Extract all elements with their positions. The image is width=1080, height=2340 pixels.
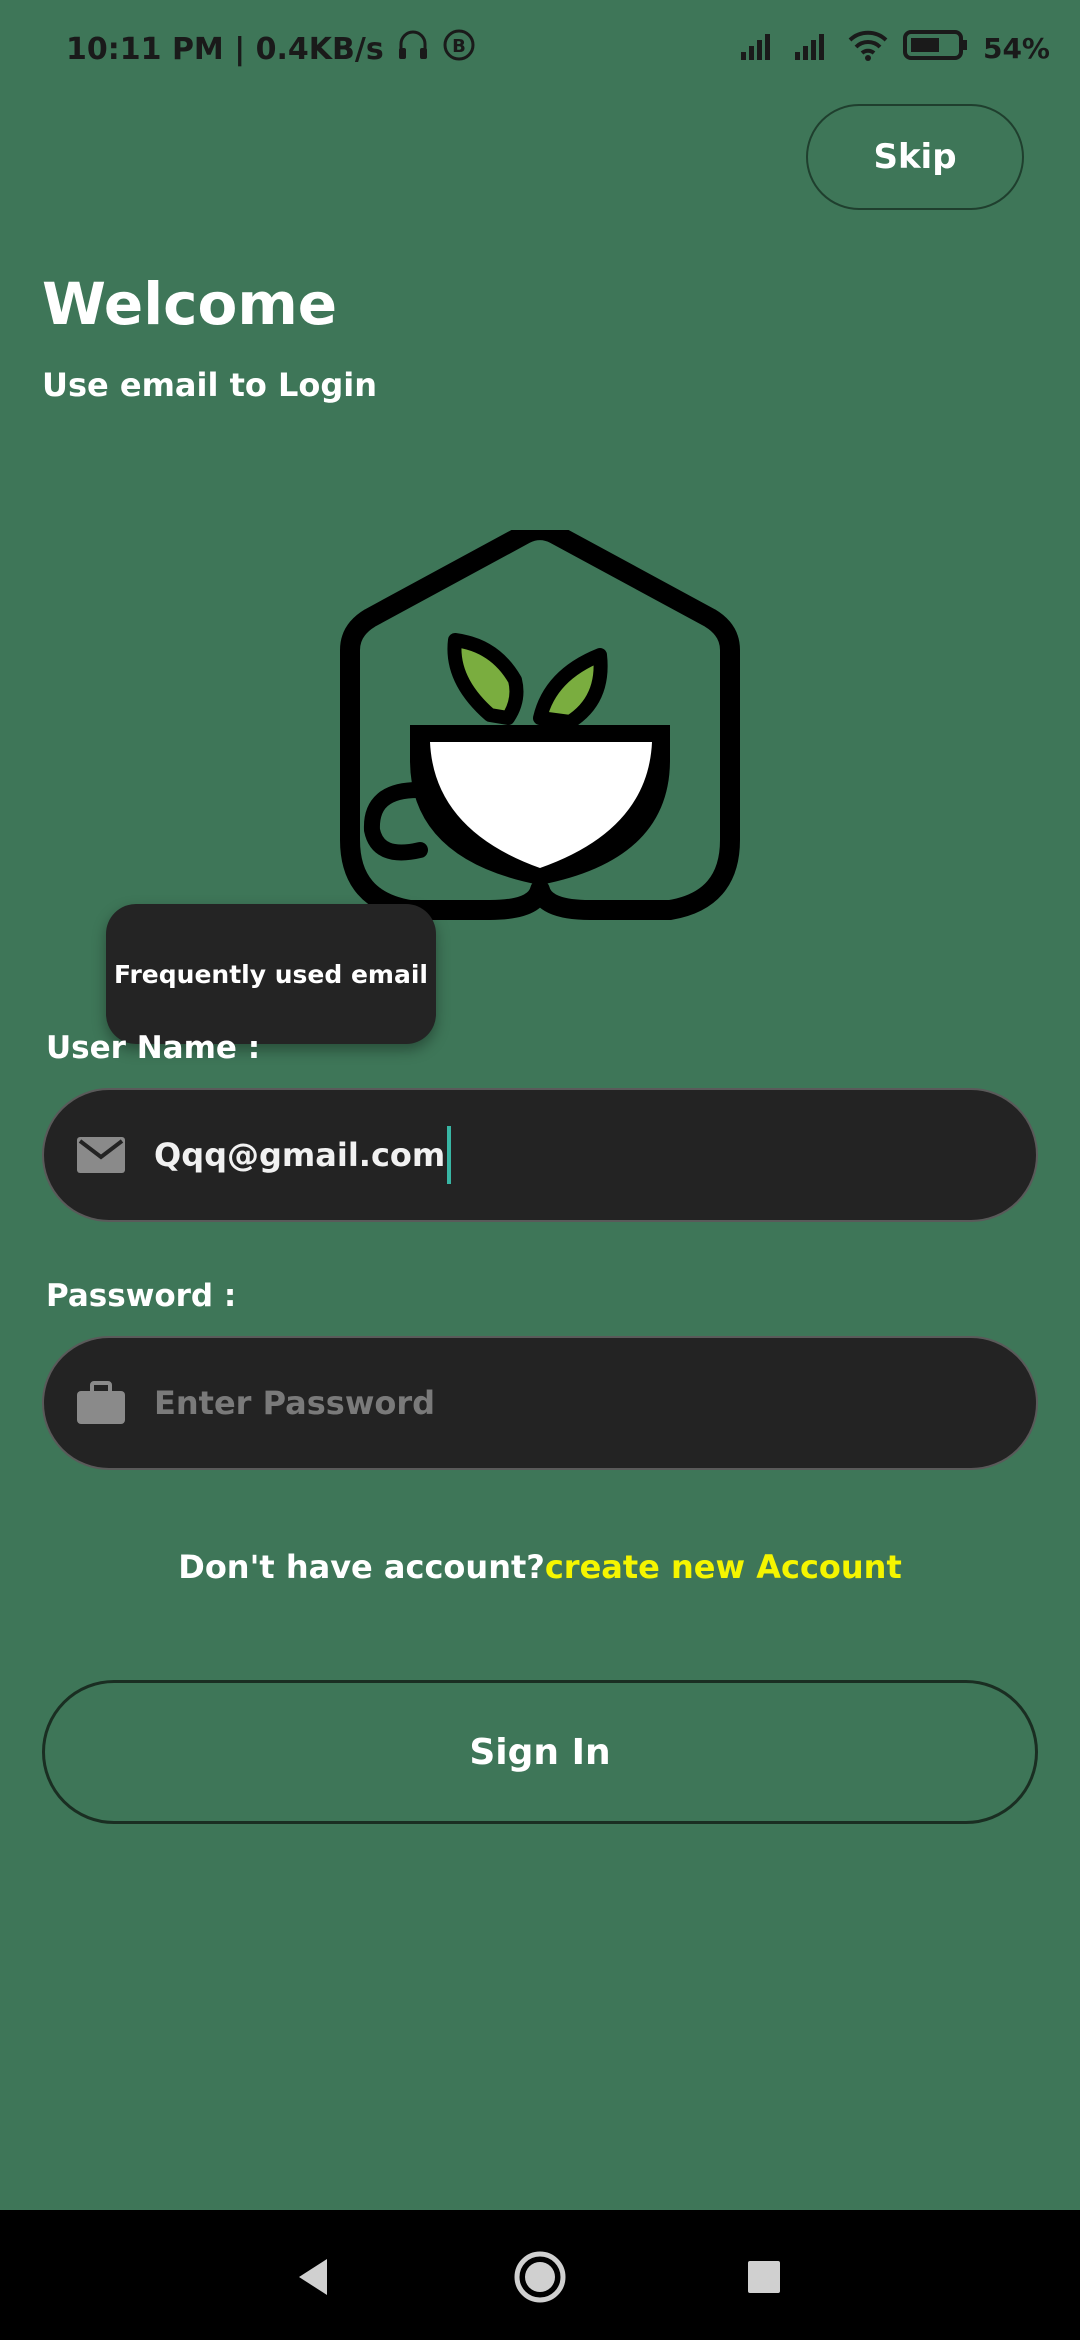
password-placeholder[interactable]: Enter Password bbox=[154, 1384, 435, 1422]
app-logo bbox=[330, 520, 750, 930]
battery-percent: 54% bbox=[982, 32, 1050, 65]
skip-button[interactable]: Skip bbox=[806, 104, 1024, 210]
battery-icon bbox=[902, 29, 969, 68]
signup-prompt: Don't have account?create new Account bbox=[0, 1548, 1080, 1586]
page-subtitle: Use email to Login bbox=[42, 366, 378, 404]
back-icon[interactable] bbox=[286, 2250, 340, 2304]
wifi-icon bbox=[847, 28, 889, 69]
status-left: 10:11 PM | 0.4KB/s B bbox=[66, 28, 476, 70]
system-nav-bar bbox=[0, 2210, 1080, 2340]
status-time: 10:11 PM | 0.4KB/s bbox=[66, 31, 384, 67]
email-suggestion-tooltip[interactable]: Frequently used email bbox=[106, 904, 436, 1044]
signup-text: Don't have account? bbox=[178, 1548, 545, 1586]
page-title: Welcome bbox=[42, 270, 338, 338]
password-label: Password : bbox=[46, 1278, 237, 1314]
home-icon[interactable] bbox=[513, 2250, 567, 2304]
briefcase-icon bbox=[74, 1376, 128, 1430]
text-cursor bbox=[447, 1126, 452, 1184]
status-bar: 10:11 PM | 0.4KB/s B 54% bbox=[0, 0, 1080, 100]
email-field[interactable]: Qqq@gmail.com bbox=[42, 1088, 1038, 1222]
svg-text:B: B bbox=[452, 36, 466, 57]
password-field[interactable]: Enter Password bbox=[42, 1336, 1038, 1470]
sign-in-button[interactable]: Sign In bbox=[42, 1680, 1038, 1824]
signal-icon bbox=[739, 30, 779, 67]
username-label: User Name : bbox=[46, 1030, 261, 1066]
signal-icon-2 bbox=[793, 30, 833, 67]
headphones-icon bbox=[396, 28, 430, 70]
create-account-link[interactable]: create new Account bbox=[545, 1548, 902, 1586]
email-input-value[interactable]: Qqq@gmail.com bbox=[154, 1136, 445, 1174]
status-right: 54% bbox=[739, 28, 1050, 69]
mail-icon bbox=[74, 1128, 128, 1182]
b-badge-icon: B bbox=[442, 28, 476, 70]
recents-icon[interactable] bbox=[737, 2250, 791, 2304]
